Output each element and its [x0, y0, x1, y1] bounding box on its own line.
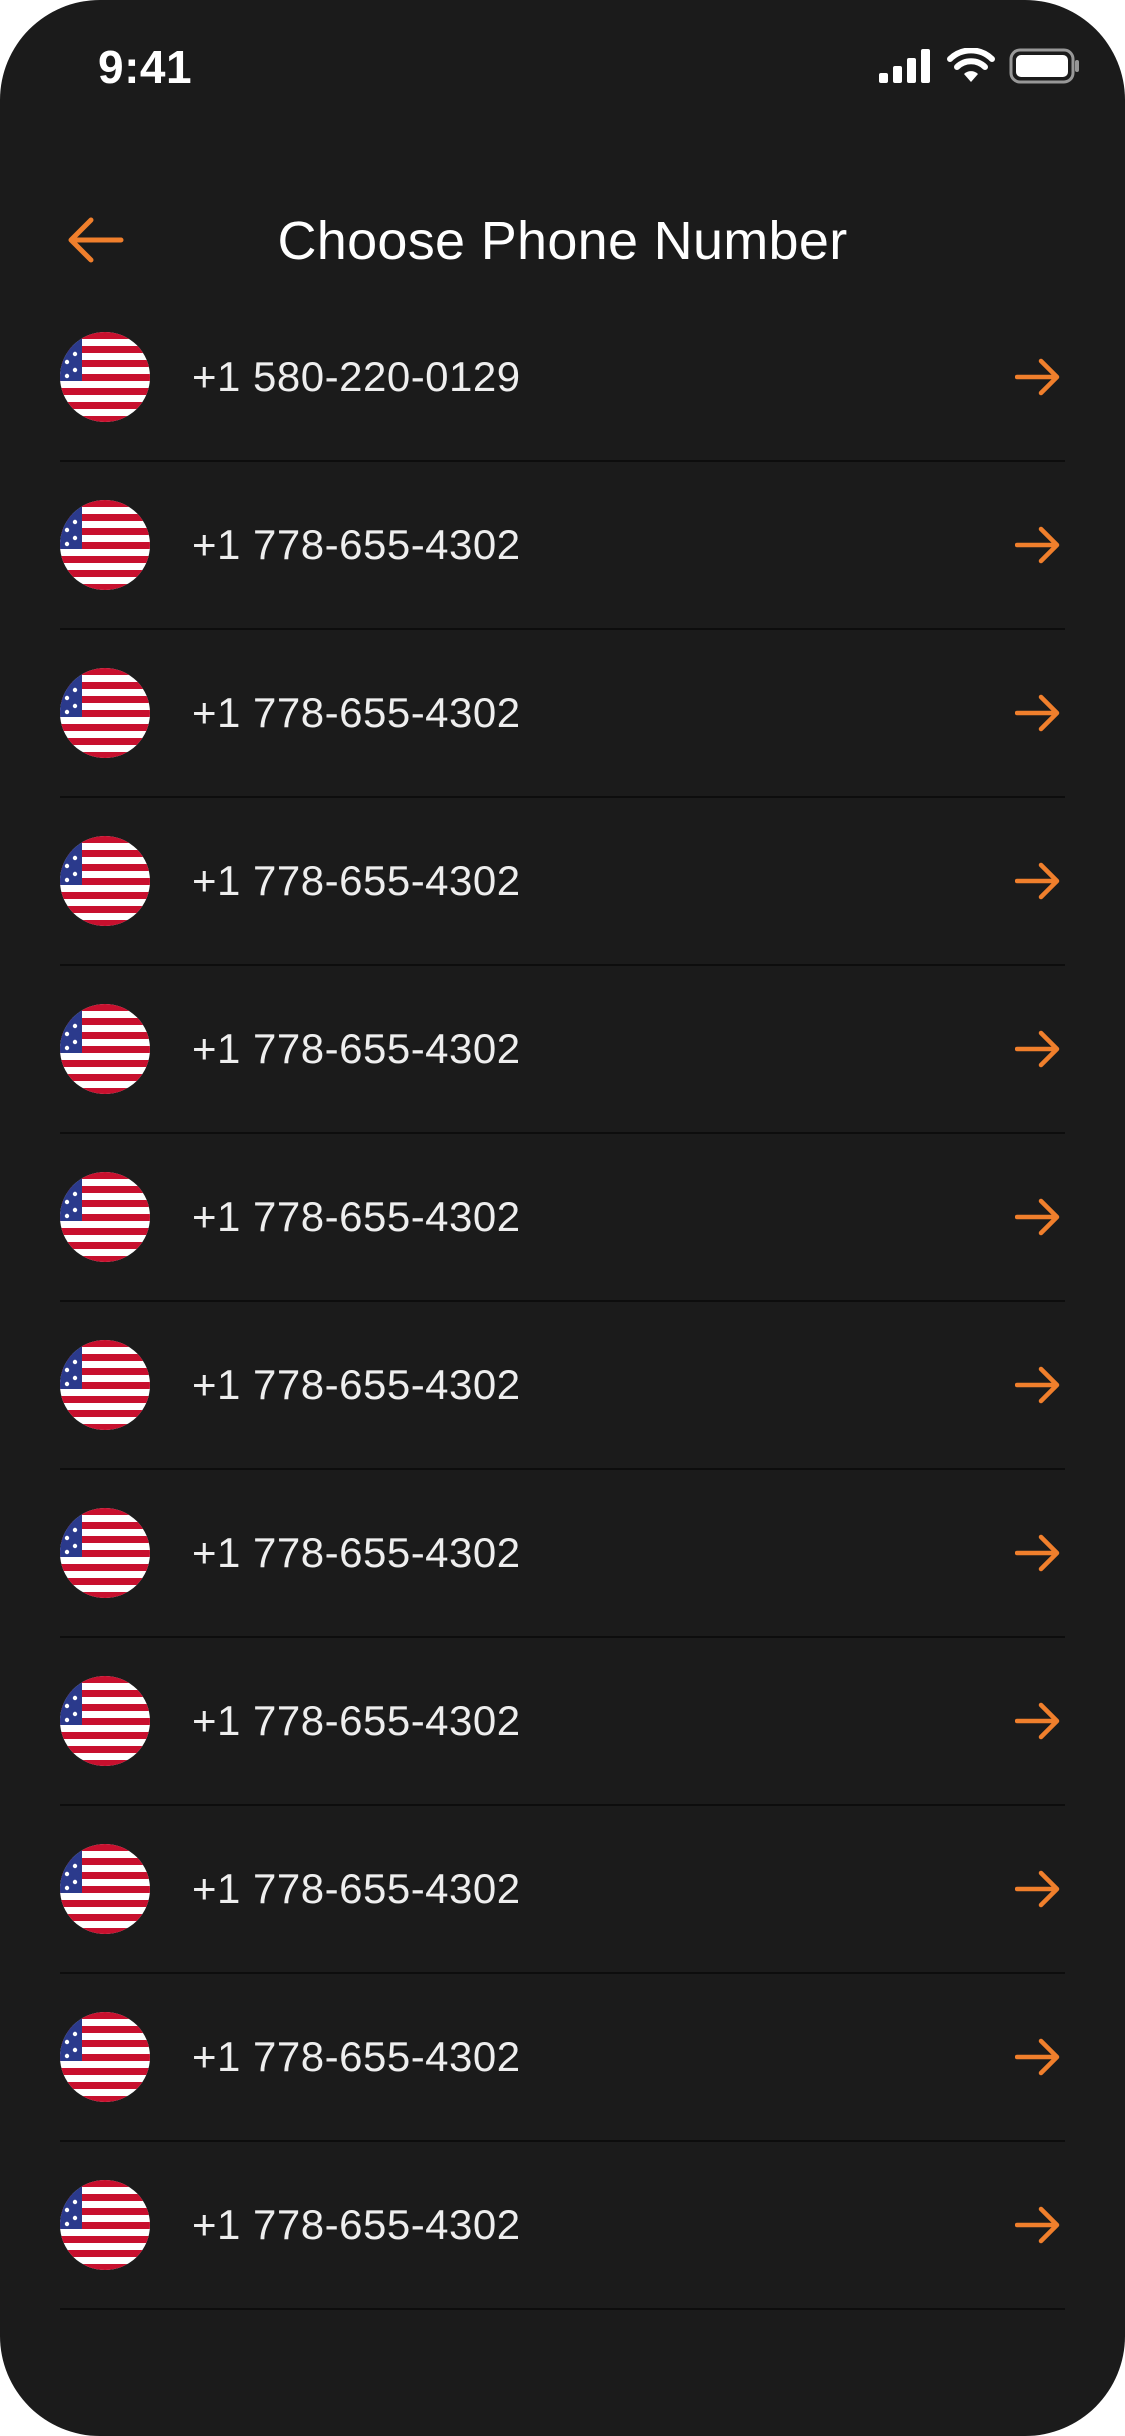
phone-number-row[interactable]: +1 778-655-4302	[60, 966, 1065, 1134]
us-flag-icon	[60, 1004, 150, 1094]
us-flag-icon	[60, 1172, 150, 1262]
arrow-right-icon[interactable]	[1014, 1029, 1061, 1069]
phone-number-row[interactable]: +1 778-655-4302	[60, 1806, 1065, 1974]
battery-icon	[1009, 48, 1081, 89]
arrow-right-icon[interactable]	[1014, 2037, 1061, 2077]
phone-number-row[interactable]: +1 778-655-4302	[60, 798, 1065, 966]
arrow-right-icon[interactable]	[1014, 693, 1061, 733]
header: Choose Phone Number	[0, 200, 1125, 290]
phone-number: +1 778-655-4302	[192, 1193, 521, 1240]
phone-number-row[interactable]: +1 580-220-0129	[60, 294, 1065, 462]
phone-screen: 9:41 Choose Phone Number +1 580-220-0129…	[0, 0, 1125, 2436]
arrow-right-icon[interactable]	[1014, 2205, 1061, 2245]
status-bar: 9:41	[0, 0, 1125, 140]
phone-number: +1 778-655-4302	[192, 1025, 521, 1072]
phone-number-row[interactable]: +1 778-655-4302	[60, 462, 1065, 630]
arrow-right-icon[interactable]	[1014, 1197, 1061, 1237]
arrow-right-icon[interactable]	[1014, 1533, 1061, 1573]
phone-number-row[interactable]: +1 778-655-4302	[60, 1638, 1065, 1806]
us-flag-icon	[60, 668, 150, 758]
arrow-right-icon[interactable]	[1014, 1365, 1061, 1405]
us-flag-icon	[60, 1340, 150, 1430]
wifi-icon	[947, 47, 995, 89]
phone-number: +1 580-220-0129	[192, 353, 521, 400]
us-flag-icon	[60, 836, 150, 926]
us-flag-icon	[60, 332, 150, 422]
us-flag-icon	[60, 1676, 150, 1766]
phone-number: +1 778-655-4302	[192, 1529, 521, 1576]
phone-number: +1 778-655-4302	[192, 1697, 521, 1744]
cellular-signal-icon	[879, 49, 933, 88]
us-flag-icon	[60, 1508, 150, 1598]
phone-number: +1 778-655-4302	[192, 2033, 521, 2080]
us-flag-icon	[60, 2012, 150, 2102]
phone-number-list: +1 580-220-0129 +1 778-655-4302 +1 778-6…	[60, 294, 1065, 2310]
phone-number: +1 778-655-4302	[192, 857, 521, 904]
page-title: Choose Phone Number	[277, 211, 848, 271]
phone-number: +1 778-655-4302	[192, 689, 521, 736]
arrow-right-icon[interactable]	[1014, 861, 1061, 901]
phone-number: +1 778-655-4302	[192, 1361, 521, 1408]
arrow-right-icon[interactable]	[1014, 1869, 1061, 1909]
phone-number-row[interactable]: +1 778-655-4302	[60, 1302, 1065, 1470]
us-flag-icon	[60, 2180, 150, 2270]
phone-number-row[interactable]: +1 778-655-4302	[60, 1134, 1065, 1302]
phone-number-row[interactable]: +1 778-655-4302	[60, 630, 1065, 798]
us-flag-icon	[60, 1844, 150, 1934]
arrow-right-icon[interactable]	[1014, 1701, 1061, 1741]
phone-number-row[interactable]: +1 778-655-4302	[60, 2142, 1065, 2310]
arrow-right-icon[interactable]	[1014, 357, 1061, 397]
phone-number-row[interactable]: +1 778-655-4302	[60, 1470, 1065, 1638]
phone-number: +1 778-655-4302	[192, 2201, 521, 2248]
status-icons	[879, 47, 1081, 89]
arrow-right-icon[interactable]	[1014, 525, 1061, 565]
phone-number: +1 778-655-4302	[192, 521, 521, 568]
us-flag-icon	[60, 500, 150, 590]
phone-number-row[interactable]: +1 778-655-4302	[60, 1974, 1065, 2142]
status-time: 9:41	[98, 41, 193, 93]
phone-number: +1 778-655-4302	[192, 1865, 521, 1912]
